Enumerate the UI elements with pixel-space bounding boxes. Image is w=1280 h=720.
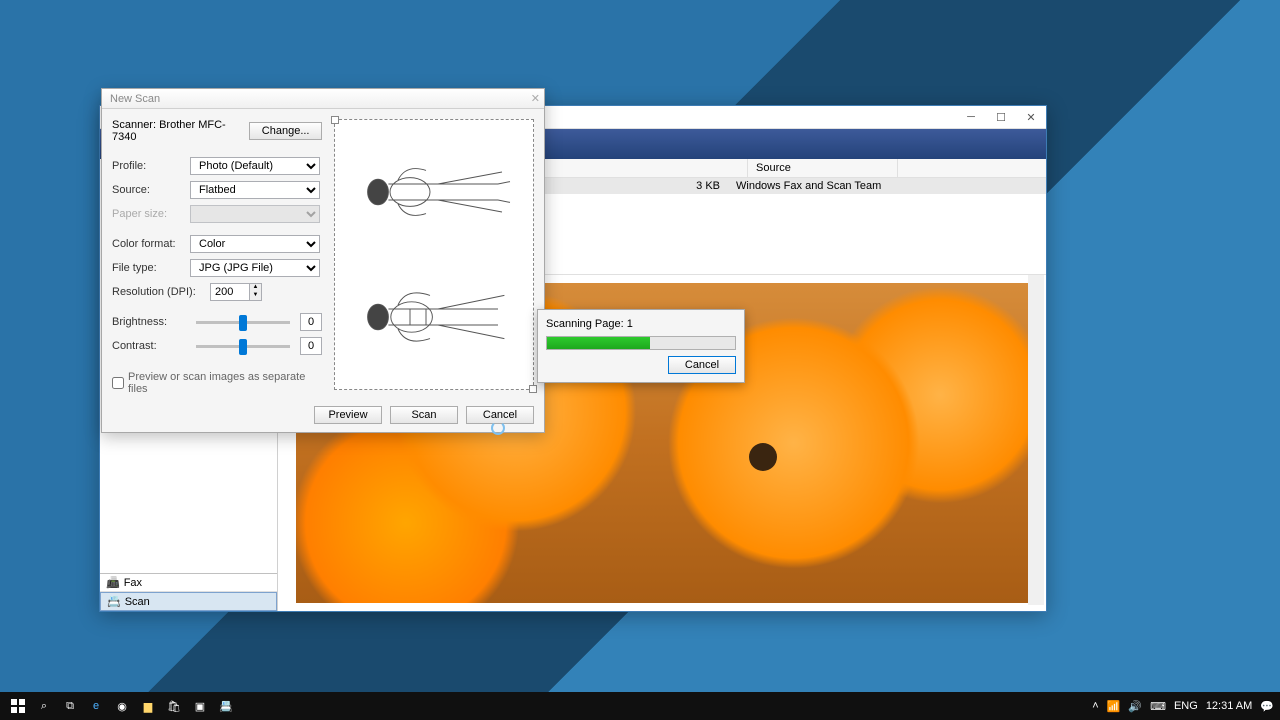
vertical-scrollbar[interactable]	[1028, 275, 1044, 605]
separate-files-checkbox[interactable]	[112, 377, 124, 389]
colorformat-select[interactable]: Color	[190, 235, 320, 253]
change-scanner-button[interactable]: Change...	[249, 122, 322, 140]
tray-input-icon[interactable]: ⌨	[1150, 700, 1166, 713]
taskbar: ⌕ ⧉ e ◉ ▆ 🛍 ▣ 📇 ˄ 📶 🔊 ⌨ ENG 12:31 AM 💬	[0, 692, 1280, 720]
scanner-label: Scanner: Brother MFC-7340	[112, 119, 249, 143]
profile-select[interactable]: Photo (Default)	[190, 157, 320, 175]
fax-icon: 📠	[106, 576, 120, 589]
brightness-value[interactable]: 0	[300, 313, 322, 331]
dialog-titlebar: New Scan ✕	[102, 89, 544, 109]
busy-cursor-icon	[491, 421, 505, 435]
nav-label-scan: Scan	[125, 596, 150, 608]
contrast-slider[interactable]	[196, 345, 290, 348]
papersize-label: Paper size:	[112, 208, 186, 220]
contrast-label: Contrast:	[112, 340, 186, 352]
brightness-label: Brightness:	[112, 316, 186, 328]
progress-fill	[547, 337, 650, 349]
search-icon[interactable]: ⌕	[32, 694, 56, 718]
brightness-slider[interactable]	[196, 321, 290, 324]
scan-button[interactable]: Scan	[390, 406, 458, 424]
colorformat-label: Color format:	[112, 238, 186, 250]
scanning-progress-dialog: Scanning Page: 1 Cancel	[537, 309, 745, 383]
preview-canvas[interactable]	[334, 119, 534, 390]
tray-network-icon[interactable]: 📶	[1107, 700, 1121, 713]
filetype-select[interactable]: JPG (JPG File)	[190, 259, 320, 277]
tray-chevron-icon[interactable]: ˄	[1092, 700, 1098, 712]
close-button[interactable]: ✕	[1016, 107, 1046, 127]
papersize-select	[190, 205, 320, 223]
fax-scan-taskbar-icon[interactable]: 📇	[214, 694, 238, 718]
edge-icon[interactable]: e	[84, 694, 108, 718]
spin-down-icon[interactable]: ▼	[250, 292, 261, 300]
maximize-button[interactable]: ☐	[986, 107, 1016, 127]
new-scan-dialog: New Scan ✕ Scanner: Brother MFC-7340 Cha…	[101, 88, 545, 433]
source-label: Source:	[112, 184, 186, 196]
tray-notifications-icon[interactable]: 💬	[1260, 700, 1274, 713]
app1-icon[interactable]: ▣	[188, 694, 212, 718]
progress-bar	[546, 336, 736, 350]
progress-label: Scanning Page: 1	[546, 318, 736, 330]
task-view-icon[interactable]: ⧉	[58, 694, 82, 718]
body-sketch-back	[354, 142, 514, 242]
body-sketch-front	[354, 267, 514, 367]
resolution-spinner[interactable]: ▲▼	[210, 283, 262, 301]
spin-up-icon[interactable]: ▲	[250, 284, 261, 292]
col-source[interactable]: Source	[748, 159, 898, 177]
profile-label: Profile:	[112, 160, 186, 172]
dialog-close-icon[interactable]: ✕	[531, 92, 540, 105]
separate-files-label: Preview or scan images as separate files	[128, 371, 322, 395]
filetype-label: File type:	[112, 262, 186, 274]
cell-source: Windows Fax and Scan Team	[728, 178, 898, 194]
dialog-title: New Scan	[110, 93, 160, 105]
store-icon[interactable]: 🛍	[162, 694, 186, 718]
source-select[interactable]: Flatbed	[190, 181, 320, 199]
preview-button[interactable]: Preview	[314, 406, 382, 424]
minimize-button[interactable]: ─	[956, 107, 986, 127]
contrast-value[interactable]: 0	[300, 337, 322, 355]
scan-icon: 📇	[107, 595, 121, 608]
start-button[interactable]	[6, 694, 30, 718]
tray-lang[interactable]: ENG	[1174, 700, 1198, 712]
resolution-input[interactable]	[210, 283, 250, 301]
tray-clock[interactable]: 12:31 AM	[1206, 700, 1252, 712]
resolution-label: Resolution (DPI):	[112, 286, 206, 298]
tray-volume-icon[interactable]: 🔊	[1128, 700, 1142, 713]
nav-item-scan[interactable]: 📇 Scan	[100, 592, 277, 611]
chrome-icon[interactable]: ◉	[110, 694, 134, 718]
nav-label-fax: Fax	[124, 577, 142, 589]
progress-cancel-button[interactable]: Cancel	[668, 356, 736, 374]
file-explorer-icon[interactable]: ▆	[136, 694, 160, 718]
nav-item-fax[interactable]: 📠 Fax	[100, 574, 277, 592]
